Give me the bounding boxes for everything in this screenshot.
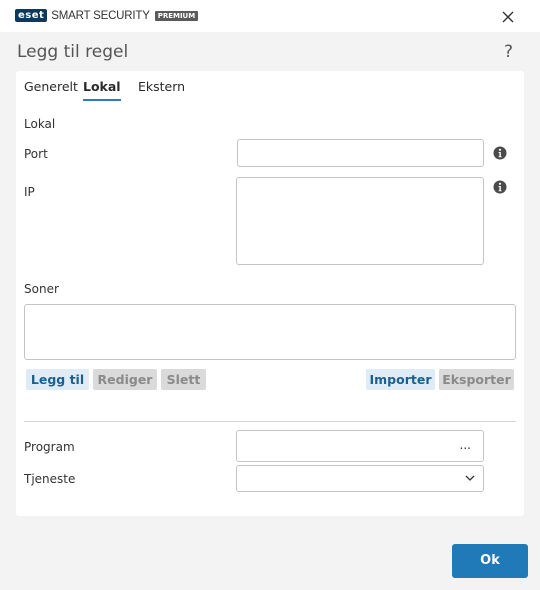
- chevron-down-icon: [465, 475, 475, 481]
- export-zones-button[interactable]: Eksporter: [439, 369, 514, 390]
- ip-info-icon[interactable]: [493, 180, 507, 194]
- tab-lokal[interactable]: Lokal: [83, 79, 121, 101]
- rule-panel: Generelt Lokal Ekstern Lokal Port IP Son…: [16, 71, 524, 516]
- close-button[interactable]: [496, 6, 520, 28]
- program-input[interactable]: ...: [236, 430, 484, 462]
- service-label: Tjeneste: [24, 472, 76, 486]
- eset-logo: eset SMART SECURITY PREMIUM: [15, 9, 199, 22]
- logo-product-name: SMART SECURITY: [51, 9, 150, 22]
- ip-textarea[interactable]: [236, 177, 484, 265]
- help-button[interactable]: ?: [504, 42, 513, 62]
- port-info-icon[interactable]: [493, 146, 507, 160]
- program-browse-button[interactable]: ...: [460, 438, 471, 452]
- logo-edition-badge: PREMIUM: [154, 10, 199, 21]
- close-icon: [502, 11, 514, 23]
- program-label: Program: [24, 440, 75, 454]
- zones-list[interactable]: [24, 304, 516, 360]
- title-bar: eset SMART SECURITY PREMIUM: [0, 0, 540, 32]
- edit-zone-button[interactable]: Rediger: [93, 369, 157, 390]
- service-select[interactable]: [236, 465, 484, 492]
- port-input[interactable]: [237, 139, 484, 167]
- section-title: Lokal: [24, 117, 56, 131]
- tab-generelt[interactable]: Generelt: [24, 79, 78, 101]
- import-zones-button[interactable]: Importer: [366, 369, 435, 390]
- dialog-title: Legg til regel: [17, 42, 129, 62]
- add-zone-button[interactable]: Legg til: [26, 369, 89, 390]
- port-label: Port: [24, 147, 48, 161]
- section-divider: [24, 421, 516, 422]
- logo-brand: eset: [15, 9, 48, 22]
- zones-label: Soner: [24, 282, 59, 296]
- delete-zone-button[interactable]: Slett: [161, 369, 206, 390]
- ok-button[interactable]: Ok: [452, 544, 528, 578]
- ip-label: IP: [24, 185, 35, 199]
- tab-ekstern[interactable]: Ekstern: [138, 79, 185, 101]
